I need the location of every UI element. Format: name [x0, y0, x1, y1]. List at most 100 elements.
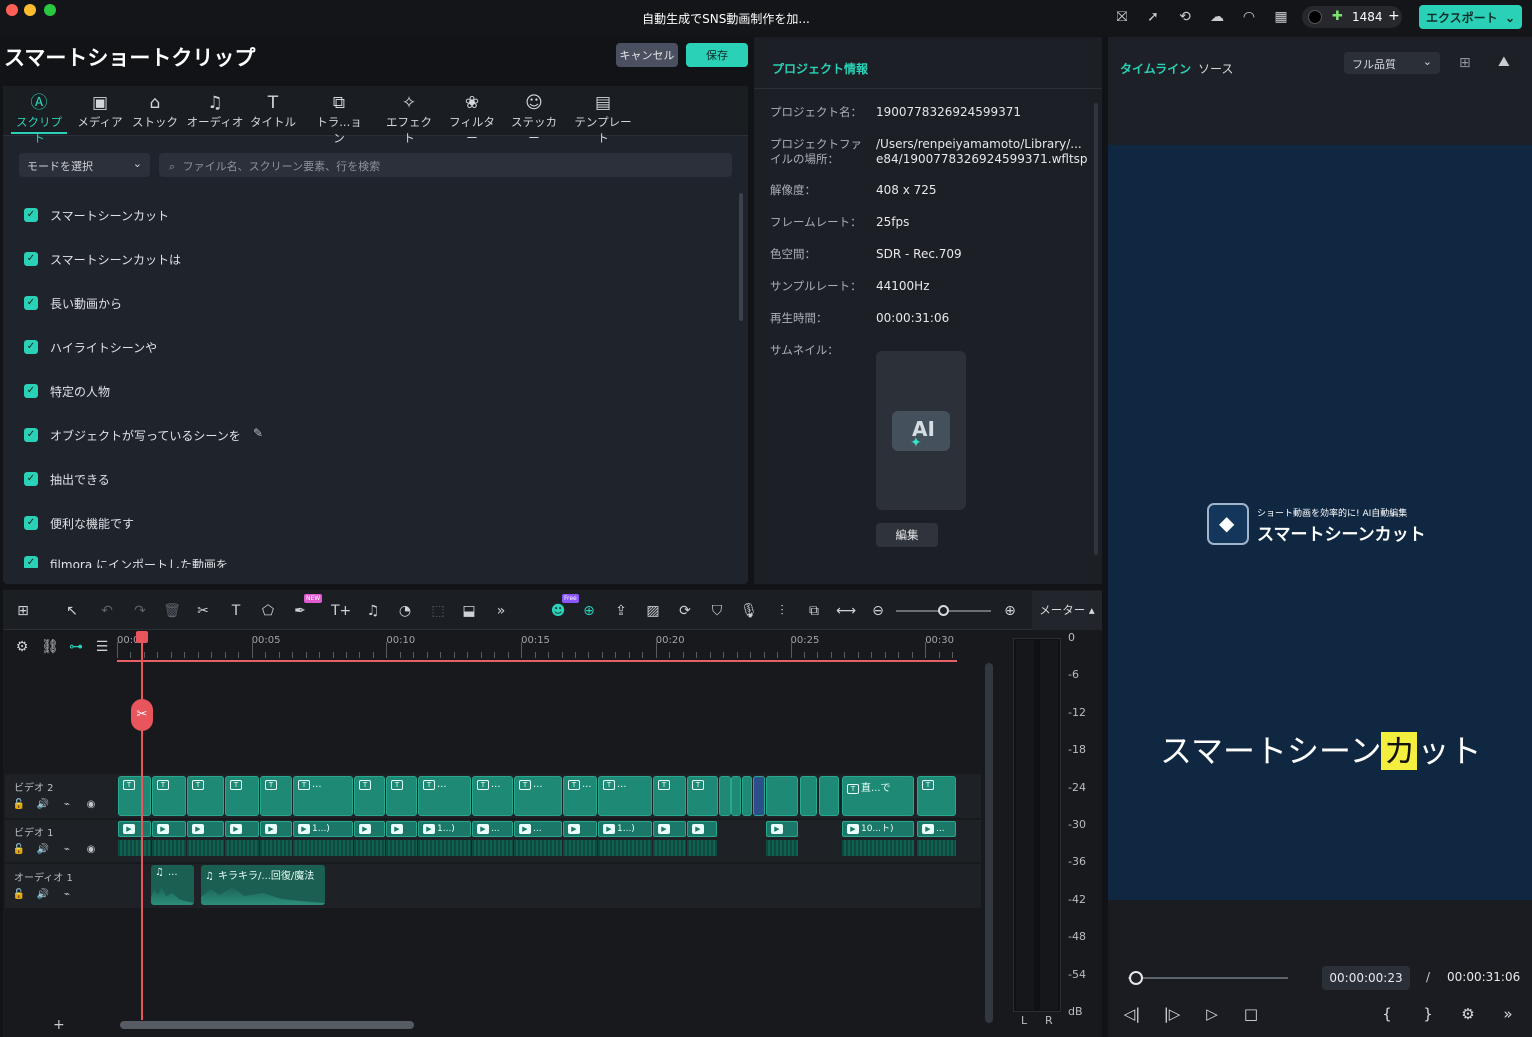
history-icon[interactable]: ⟲ — [1176, 8, 1194, 26]
title-clip[interactable] — [731, 776, 741, 816]
save-button[interactable]: 保存 — [686, 43, 748, 67]
checkbox[interactable]: ✓ — [24, 472, 38, 486]
fit-icon[interactable]: ⟷ — [836, 601, 856, 621]
track-layout-icon[interactable]: ☰ — [92, 637, 112, 657]
audio-tool-icon[interactable]: ♫ — [363, 601, 383, 621]
microphone-icon[interactable]: 🎙 — [739, 601, 759, 621]
checkbox[interactable]: ✓ — [24, 516, 38, 530]
video-clip[interactable]: ▶... — [917, 821, 956, 837]
tab-sticker[interactable]: ☺ ステッカー — [507, 92, 561, 145]
more-tools-icon[interactable]: » — [491, 601, 511, 621]
tab-template[interactable]: ▤ テンプレート — [569, 92, 637, 145]
script-line[interactable]: ✓ ハイライトシーンや — [24, 336, 157, 358]
export-clip-icon[interactable]: ⬓ — [459, 601, 479, 621]
select-tool-icon[interactable]: ↖ — [62, 601, 82, 621]
title-clip[interactable]: T — [225, 776, 259, 816]
script-line[interactable]: ✓ 抽出できる — [24, 468, 110, 490]
checkbox[interactable]: ✓ — [24, 208, 38, 222]
video-clip[interactable]: ▶ — [766, 821, 798, 837]
auto-sync-icon[interactable]: ⟳ — [675, 601, 695, 621]
crop-icon[interactable]: ⬠ — [258, 601, 278, 621]
video-clip[interactable]: ▶ 1...) — [418, 821, 471, 837]
ai-copilot-icon[interactable]: ☻ — [548, 601, 568, 621]
meter-toggle[interactable]: メーター ▴ — [1032, 591, 1102, 630]
video-clip[interactable]: ▶ — [152, 821, 186, 837]
mute-icon[interactable]: ⌁ — [60, 798, 74, 812]
undo-icon[interactable]: ↶ — [97, 601, 117, 621]
tab-filter[interactable]: ❀ フィルター — [444, 92, 500, 145]
title-clip[interactable]: T — [386, 776, 417, 816]
playback-progress[interactable] — [1128, 977, 1288, 979]
title-clip[interactable]: T... — [418, 776, 471, 816]
settings-icon[interactable]: ⚙ — [1458, 1004, 1478, 1024]
credits-badge[interactable]: ✚ 1484 + — [1302, 6, 1402, 28]
script-line[interactable]: ✓ 便利な機能です — [24, 512, 134, 534]
shield-icon[interactable]: ⛉ — [707, 601, 727, 621]
stop-icon[interactable]: □ — [1241, 1004, 1261, 1024]
script-line[interactable]: ✓ スマートシーンカット — [24, 204, 169, 226]
tab-source[interactable]: ソース — [1198, 60, 1233, 77]
audio-clip[interactable]: ♫... — [151, 865, 194, 905]
title-clip[interactable]: T... — [514, 776, 562, 816]
video-clip[interactable]: ▶ — [118, 821, 151, 837]
checkbox[interactable]: ✓ — [24, 252, 38, 266]
script-line[interactable]: ✓ スマートシーンカットは — [24, 248, 181, 270]
title-clip[interactable]: T — [187, 776, 224, 816]
checkbox[interactable]: ✓ — [24, 428, 38, 442]
video-clip[interactable]: ▶... — [514, 821, 562, 837]
title-clip[interactable]: T — [354, 776, 385, 816]
unlink-icon[interactable]: ⛓ — [40, 637, 60, 657]
ai-text-icon[interactable]: T+ — [331, 601, 351, 621]
title-clip[interactable]: T — [152, 776, 186, 816]
script-line[interactable]: ✓ 長い動画から — [24, 292, 122, 314]
checkbox[interactable]: ✓ — [24, 556, 38, 568]
checkbox[interactable]: ✓ — [24, 340, 38, 354]
title-clip[interactable]: T... — [293, 776, 353, 816]
title-clip[interactable]: T — [917, 776, 956, 816]
tab-timeline[interactable]: タイムライン — [1120, 60, 1191, 77]
title-clip[interactable] — [719, 776, 731, 816]
split-icon[interactable]: ✂ — [193, 601, 213, 621]
mode-select[interactable]: モードを選択 ⌄ — [19, 153, 150, 177]
text-tool-icon[interactable]: T — [226, 601, 246, 621]
title-clip[interactable]: T — [118, 776, 151, 816]
lock-icon[interactable]: 🔓 — [12, 798, 26, 812]
playhead-handle[interactable] — [136, 631, 148, 643]
video-clip[interactable]: ▶ — [187, 821, 224, 837]
playback-progress-handle[interactable] — [1128, 971, 1143, 985]
tab-transition[interactable]: ⧉ トラ...ョン — [312, 92, 366, 145]
video-clip[interactable]: ▶ 1...) — [293, 821, 353, 837]
video-clip[interactable]: ▶ — [687, 821, 717, 837]
title-clip[interactable]: T — [260, 776, 292, 816]
title-clip[interactable]: T — [687, 776, 718, 816]
project-info-scrollbar[interactable] — [1094, 103, 1098, 555]
video-clip[interactable]: ▶ — [653, 821, 686, 837]
tab-title[interactable]: T タイトル — [250, 92, 296, 134]
tab-effect[interactable]: ✧ エフェクト — [381, 92, 437, 145]
delete-icon[interactable]: 🗑 — [162, 601, 182, 621]
close-window-button[interactable] — [6, 4, 18, 16]
mute-icon[interactable]: ⌁ — [60, 888, 74, 902]
tab-script[interactable]: Ⓐ スクリプト — [11, 92, 67, 145]
title-clip[interactable]: T — [653, 776, 686, 816]
share-icon[interactable]: ⇪ — [611, 601, 631, 621]
video-clip[interactable]: ▶ — [563, 821, 597, 837]
mute-icon[interactable]: ⌁ — [60, 843, 74, 857]
current-timecode[interactable]: 00:00:00:23 — [1322, 966, 1410, 990]
zoom-window-button[interactable] — [44, 4, 56, 16]
prev-frame-icon[interactable]: ◁| — [1122, 1004, 1142, 1024]
title-clip[interactable]: T... — [472, 776, 513, 816]
video-clip[interactable]: ▶ — [386, 821, 417, 837]
checkbox[interactable]: ✓ — [24, 296, 38, 310]
link-icon[interactable]: ⊶ — [66, 637, 86, 657]
zoom-in-icon[interactable]: ⊕ — [1000, 601, 1020, 621]
grid-view-icon[interactable]: ⊞ — [1459, 55, 1471, 71]
layout-grid-icon[interactable]: ⊞ — [13, 601, 33, 621]
volume-icon[interactable]: 🔊 — [36, 798, 50, 812]
title-clip[interactable]: T 直...で — [842, 776, 914, 816]
video-clip[interactable]: ▶ — [260, 821, 292, 837]
video-clip[interactable]: ▶ — [354, 821, 385, 837]
ai-crop-icon[interactable]: ⬚ — [428, 601, 448, 621]
tab-media[interactable]: ▣ メディア — [75, 92, 125, 134]
title-clip[interactable]: T... — [598, 776, 652, 816]
